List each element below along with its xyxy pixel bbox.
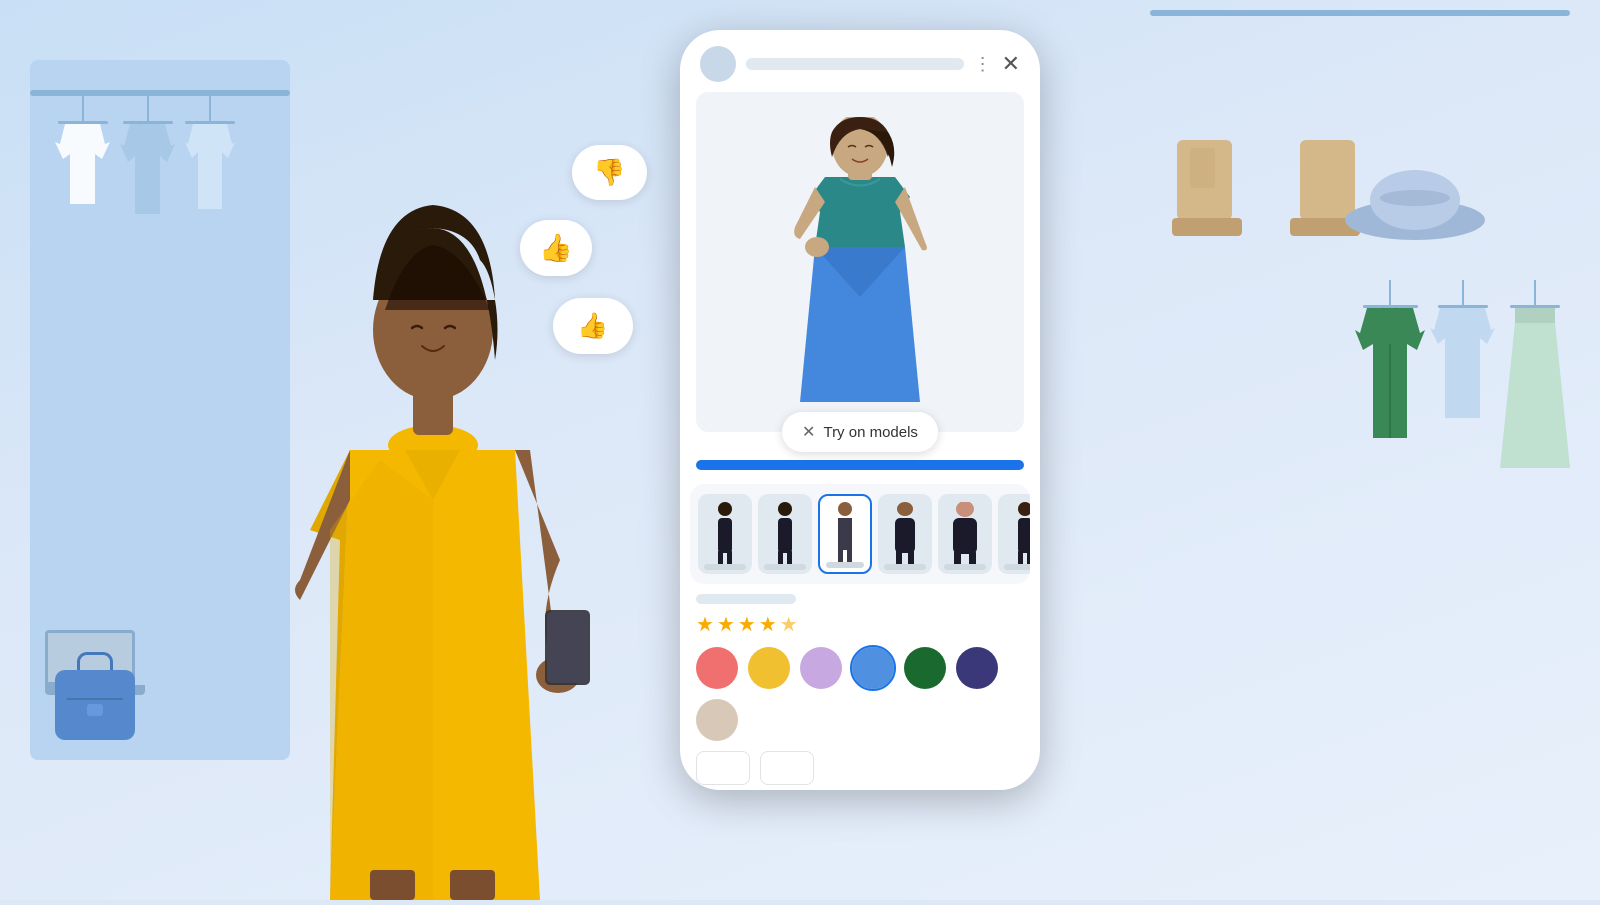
model-thumb-5[interactable] [938, 494, 992, 574]
color-beige[interactable] [696, 699, 738, 741]
model-thumb-3[interactable] [818, 494, 872, 574]
star-4: ★ [759, 612, 777, 637]
hanging-shirt-blue [120, 96, 175, 214]
hanging-shirt-white [55, 96, 110, 214]
right-clothing-rod [1150, 10, 1570, 16]
seller-name-bar [746, 58, 964, 70]
model-4-label [884, 564, 926, 570]
star-3: ★ [738, 612, 756, 637]
model-6-label [1004, 564, 1030, 570]
shirt-lightblue-hanging [1430, 280, 1495, 473]
product-image-area: ✕ Try on models [696, 92, 1024, 432]
model-3-label [826, 562, 864, 568]
right-closet [1100, 0, 1600, 900]
seller-avatar [700, 46, 736, 82]
product-title-bar [696, 594, 796, 604]
person-illustration [250, 30, 630, 900]
try-on-x-icon: ✕ [802, 422, 815, 442]
model-thumb-6[interactable] [998, 494, 1030, 574]
star-1: ★ [696, 612, 714, 637]
hanging-shirt-light [185, 96, 235, 214]
color-coral[interactable] [696, 647, 738, 689]
color-blue[interactable] [852, 647, 894, 689]
model-thumb-4[interactable] [878, 494, 932, 574]
color-swatches [680, 637, 1040, 741]
model-1-label [704, 564, 746, 570]
dress-mint-hanging [1500, 280, 1570, 473]
star-2: ★ [717, 612, 735, 637]
model-2-label [764, 564, 806, 570]
model-5-label [944, 564, 986, 570]
color-lavender[interactable] [800, 647, 842, 689]
model-thumb-2[interactable] [758, 494, 812, 574]
size-s-button[interactable] [760, 751, 814, 785]
try-on-models-button[interactable]: ✕ Try on models [782, 412, 938, 452]
model-thumb-1[interactable] [698, 494, 752, 574]
size-xs-button[interactable] [696, 751, 750, 785]
boots-display [1172, 140, 1360, 250]
model-selector [690, 484, 1030, 584]
color-yellow[interactable] [748, 647, 790, 689]
hat-display [1345, 170, 1485, 255]
color-green[interactable] [904, 647, 946, 689]
jacket-green-hanging [1355, 280, 1425, 473]
rating-section: ★ ★ ★ ★ ★ [680, 584, 1040, 637]
star-5-half: ★ [780, 612, 798, 637]
stars-row: ★ ★ ★ ★ ★ [696, 612, 1024, 637]
try-on-label: Try on models [823, 424, 917, 441]
color-navy[interactable] [956, 647, 998, 689]
cta-bar[interactable] [696, 460, 1024, 470]
handbag [55, 670, 135, 740]
close-button[interactable]: ✕ [1002, 51, 1020, 77]
phone-mockup: ⋮ ✕ [680, 30, 1040, 790]
size-section [680, 741, 1040, 785]
more-options-button[interactable]: ⋮ [974, 54, 992, 75]
phone-header: ⋮ ✕ [680, 30, 1040, 92]
